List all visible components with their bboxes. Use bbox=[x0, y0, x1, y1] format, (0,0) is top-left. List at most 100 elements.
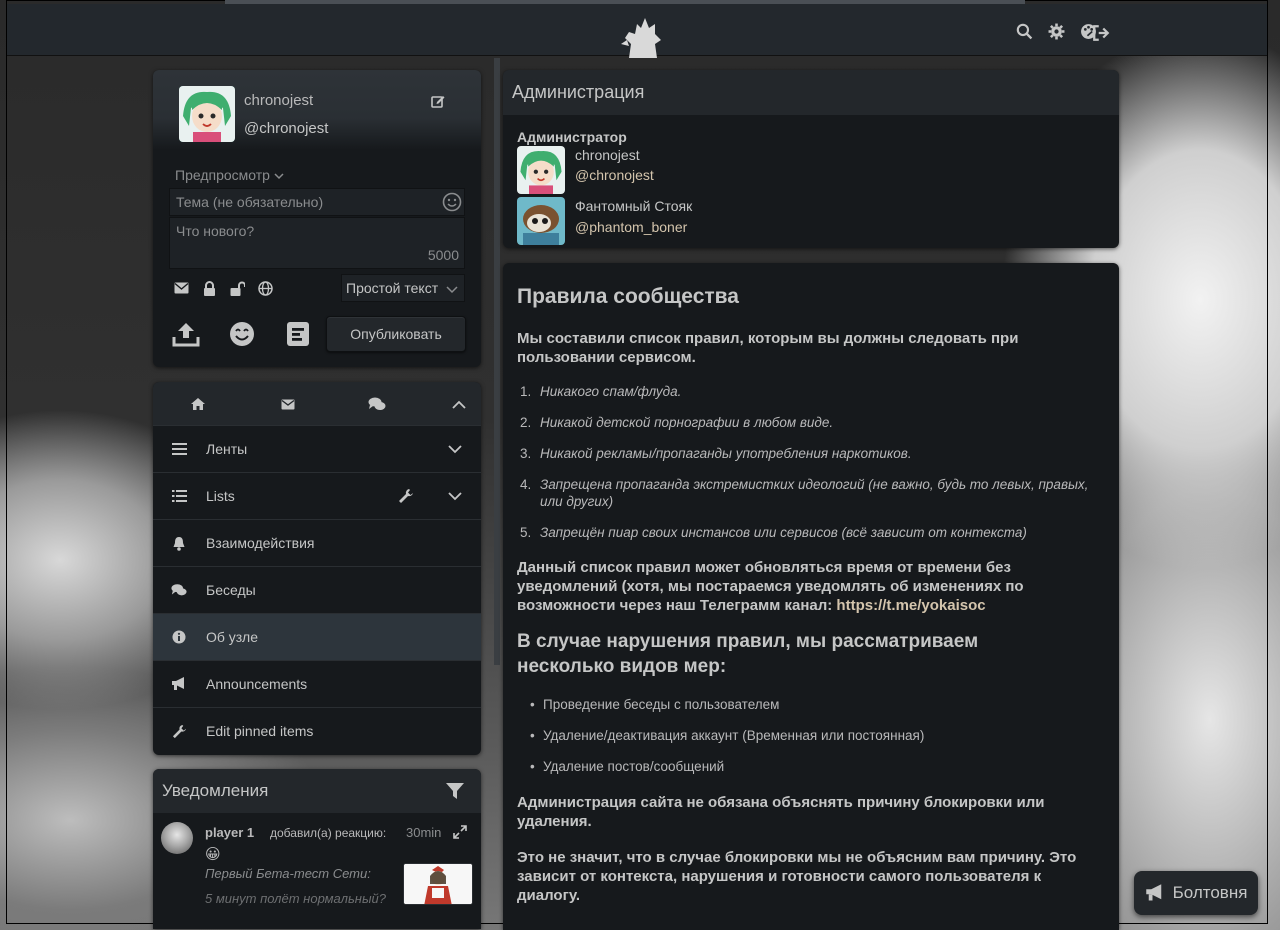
publish-label: Опубликовать bbox=[350, 326, 442, 342]
post-form-panel: chronojest @chronojest Предпросмотр Тема… bbox=[153, 70, 481, 367]
notification-user[interactable]: player 1 bbox=[205, 825, 254, 840]
avatar[interactable] bbox=[517, 197, 565, 245]
subject-input[interactable]: Тема (не обязательно) bbox=[169, 188, 465, 216]
sidebar-item-label: Об узле bbox=[206, 629, 259, 645]
notification-thumbnail[interactable] bbox=[403, 863, 473, 905]
sidebar-item-label: Announcements bbox=[206, 676, 308, 692]
admin-member-handle[interactable]: @phantom_boner bbox=[575, 219, 687, 235]
home-icon[interactable] bbox=[189, 395, 207, 413]
chat-label: Болтовня bbox=[1172, 883, 1248, 902]
rules-paragraph: Администрация сайта не обязана объяснять… bbox=[517, 794, 1045, 830]
sidebar-item-about[interactable]: Об узле bbox=[153, 613, 481, 660]
envelope-icon[interactable] bbox=[173, 280, 189, 296]
list-item: Удаление/деактивация аккаунт (Временная … bbox=[530, 728, 1083, 743]
status-placeholder: Что нового? bbox=[176, 223, 255, 239]
avatar[interactable] bbox=[517, 146, 565, 194]
upload-icon[interactable] bbox=[171, 320, 201, 348]
post-form-header: chronojest @chronojest bbox=[153, 70, 481, 150]
top-bar bbox=[7, 4, 1267, 58]
admin-title: Администрация bbox=[512, 82, 645, 102]
sidebar-item-label: Edit pinned items bbox=[206, 723, 314, 739]
chats-icon[interactable] bbox=[368, 395, 386, 413]
envelope-icon[interactable] bbox=[279, 395, 297, 413]
sidebar-item-lists[interactable]: Lists bbox=[153, 472, 481, 519]
logout-icon[interactable] bbox=[1092, 24, 1110, 42]
chat-button[interactable]: Болтовня bbox=[1134, 871, 1258, 915]
site-logo[interactable] bbox=[615, 14, 667, 58]
sidebar-item-label: Ленты bbox=[206, 441, 248, 457]
chevron-down-icon[interactable] bbox=[447, 441, 463, 457]
notifications-header: Уведомления bbox=[153, 769, 481, 813]
wrench-icon[interactable] bbox=[398, 488, 414, 504]
list-item: Проведение беседы с пользователем bbox=[530, 697, 1083, 712]
avatar[interactable] bbox=[179, 86, 235, 142]
admin-member-name[interactable]: chronojest bbox=[575, 147, 640, 163]
edit-profile-icon[interactable] bbox=[431, 94, 445, 108]
rules-paragraph: Это не значит, что в случае блокировки м… bbox=[517, 849, 1077, 904]
gear-icon[interactable] bbox=[1047, 22, 1065, 40]
list-item: Удаление постов/сообщений bbox=[530, 759, 1083, 774]
lock-icon[interactable] bbox=[201, 280, 217, 296]
filter-icon[interactable] bbox=[446, 782, 464, 800]
rule-text: Никакого спам/флуда. bbox=[540, 384, 682, 399]
list-item: 2. Никакой детской порнографии в любом ви… bbox=[520, 415, 834, 430]
profile-name[interactable]: chronojest bbox=[244, 92, 313, 109]
reaction-emoji: 😀 bbox=[205, 846, 221, 863]
emoji-icon[interactable] bbox=[227, 320, 257, 348]
sidebar-item-announcements[interactable]: Announcements bbox=[153, 660, 481, 707]
admin-member-name[interactable]: Фантомный Стояк bbox=[575, 198, 692, 214]
rule-text: Запрещён пиар своих инстансов или сервис… bbox=[540, 525, 1027, 540]
avatar[interactable] bbox=[161, 822, 193, 854]
rules-heading: Правила сообщества bbox=[517, 285, 739, 308]
notification-post-text[interactable]: 5 минут полёт нормальный? bbox=[205, 891, 386, 906]
status-textarea[interactable]: Что нового? bbox=[169, 217, 465, 269]
megaphone-icon bbox=[1145, 884, 1161, 901]
profile-handle[interactable]: @chronojest bbox=[244, 120, 328, 137]
rules-update-note: Данный список правил может обновляться в… bbox=[517, 558, 1097, 615]
sidebar-item-feeds[interactable]: Ленты bbox=[153, 425, 481, 472]
notification-time[interactable]: 30min bbox=[406, 825, 441, 840]
chevron-down-icon bbox=[274, 173, 284, 180]
sidebar-item-edit-pinned[interactable]: Edit pinned items bbox=[153, 707, 481, 754]
measures-heading: В случае нарушения правил, мы рассматрив… bbox=[517, 631, 979, 677]
chevron-down-icon[interactable] bbox=[447, 488, 463, 504]
chats-icon bbox=[171, 582, 187, 598]
list-item: 1. Никакого спам/флуда. bbox=[520, 384, 682, 399]
list-item: 3. Никакой рекламы/пропаганды употреблени… bbox=[520, 446, 912, 461]
publish-button[interactable]: Опубликовать bbox=[326, 316, 466, 352]
admin-member-handle[interactable]: @chronojest bbox=[575, 167, 654, 183]
bell-icon bbox=[171, 535, 187, 551]
chevron-up-icon[interactable] bbox=[450, 395, 468, 413]
notifications-panel: Уведомления player 1 добавил(а) реакцию:… bbox=[153, 769, 481, 929]
nav-panel: Ленты Lists Взаимодействия Беседы Об узл… bbox=[153, 382, 481, 755]
bars-icon bbox=[171, 441, 187, 457]
chevron-down-icon bbox=[446, 286, 458, 294]
notification-post-text[interactable]: Первый Бета-тест Сети: bbox=[205, 866, 371, 881]
globe-icon[interactable] bbox=[257, 280, 273, 296]
rule-text: Запрещена пропаганда экстремистких идеол… bbox=[540, 477, 1089, 509]
rules-panel: Правила сообщества Мы составили список п… bbox=[503, 263, 1119, 930]
format-select[interactable]: Простой текст bbox=[341, 274, 465, 302]
info-icon bbox=[171, 629, 187, 645]
sidebar-item-label: Беседы bbox=[206, 582, 256, 598]
unlock-icon[interactable] bbox=[229, 280, 245, 296]
notifications-title: Уведомления bbox=[162, 781, 269, 800]
notification-action: добавил(а) реакцию: bbox=[270, 826, 387, 840]
expand-icon[interactable] bbox=[453, 825, 467, 839]
sidebar-item-label: Lists bbox=[206, 488, 235, 504]
preview-toggle[interactable]: Предпросмотр bbox=[175, 167, 284, 183]
megaphone-icon bbox=[171, 676, 187, 692]
telegram-link[interactable]: https://t.me/yokaisoc bbox=[836, 597, 985, 614]
sidebar-item-chats[interactable]: Беседы bbox=[153, 566, 481, 613]
subject-placeholder: Тема (не обязательно) bbox=[176, 194, 324, 210]
admin-panel: Администрация Администратор chronojest @… bbox=[503, 70, 1119, 248]
list-icon bbox=[171, 488, 187, 504]
emoji-picker-icon[interactable] bbox=[442, 192, 462, 212]
admin-role: Администратор bbox=[517, 129, 627, 145]
search-icon[interactable] bbox=[1015, 22, 1033, 40]
poll-icon[interactable] bbox=[283, 320, 313, 348]
wrench-icon bbox=[171, 723, 187, 739]
sidebar-item-interactions[interactable]: Взаимодействия bbox=[153, 519, 481, 566]
list-item: 5. Запрещён пиар своих инстансов или серв… bbox=[520, 525, 1027, 540]
nav-tabs bbox=[153, 382, 481, 425]
